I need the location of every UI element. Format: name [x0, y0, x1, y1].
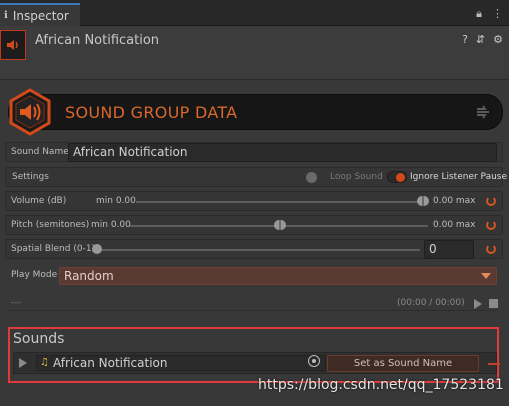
clip-name: African Notification — [53, 356, 168, 370]
music-note-icon: ♫ — [40, 357, 49, 368]
sound-hex-icon — [9, 88, 51, 136]
loop-sound-toggle[interactable] — [306, 172, 317, 183]
settings-label: Settings — [12, 172, 49, 182]
stop-icon[interactable] — [489, 299, 498, 308]
pitch-panel: Pitch (semitones) min 0.00 0.00 max — [5, 215, 503, 235]
audio-clip-field[interactable]: ♫ African Notification — [36, 355, 326, 371]
inspector-tab-bar: ℹ Inspector 🔒︎ ⋮ — [0, 0, 509, 26]
volume-reset-icon[interactable] — [486, 196, 496, 206]
sound-name-label: Sound Name — [11, 147, 69, 157]
volume-max: 0.00 max — [433, 196, 476, 206]
gear-icon[interactable]: ⚙ — [493, 33, 503, 46]
loop-sound-label: Loop Sound — [330, 172, 383, 182]
sound-list-item: ♫ African Notification Set as Sound Name — [13, 352, 500, 374]
preset-icon[interactable]: ⇵ — [476, 33, 485, 46]
volume-slider-track[interactable] — [136, 201, 428, 203]
play-clip-icon[interactable] — [19, 358, 27, 368]
menu-icon[interactable]: ⋮ — [492, 7, 503, 21]
volume-label: Volume (dB) — [11, 196, 67, 206]
pitch-max: 0.00 max — [433, 220, 476, 230]
spatial-slider-track[interactable] — [96, 249, 420, 251]
sound-group-banner: SOUND GROUP DATA — [8, 94, 503, 130]
object-picker-icon[interactable] — [308, 355, 320, 367]
sound-name-input[interactable]: African Notification — [68, 143, 497, 162]
chevron-down-icon — [481, 273, 491, 279]
link-icon[interactable] — [476, 105, 492, 122]
play-mode-label: Play Mode — [11, 270, 58, 280]
sounds-title: Sounds — [13, 331, 65, 347]
volume-min: min 0.00 — [96, 196, 136, 206]
spatial-slider-handle[interactable] — [92, 244, 102, 254]
remove-sound-icon[interactable] — [488, 363, 500, 365]
inspector-header: African Notification ? ⇵ ⚙ — [0, 26, 509, 80]
divider — [8, 310, 498, 311]
spatial-value-input[interactable]: 0 — [424, 240, 474, 259]
tab-title: Inspector — [12, 8, 69, 23]
object-title: African Notification — [35, 33, 160, 48]
settings-panel: Settings Loop Sound Ignore Listener Paus… — [5, 167, 507, 187]
pitch-reset-icon[interactable] — [486, 220, 496, 230]
volume-slider-handle[interactable] — [417, 196, 429, 206]
help-icon[interactable]: ? — [462, 33, 468, 46]
play-icon[interactable] — [474, 299, 482, 309]
spatial-label: Spatial Blend (0-1) — [11, 244, 96, 254]
pitch-min: min 0.00 — [91, 220, 131, 230]
set-as-sound-name-button[interactable]: Set as Sound Name — [327, 355, 479, 372]
ignore-pause-label: Ignore Listener Pause — [410, 172, 508, 182]
banner-title: SOUND GROUP DATA — [65, 103, 238, 122]
play-mode-value: Random — [64, 269, 114, 283]
tab-tools: 🔒︎ ⋮ — [476, 7, 503, 21]
header-tools: ? ⇵ ⚙ — [462, 33, 503, 46]
spatial-reset-icon[interactable] — [486, 244, 496, 254]
preview-placeholder: --- — [11, 298, 21, 308]
pitch-slider-handle[interactable] — [274, 220, 286, 230]
play-mode-dropdown[interactable]: Random — [59, 267, 497, 285]
lock-icon[interactable]: 🔒︎ — [476, 7, 482, 21]
pitch-label: Pitch (semitones) — [11, 220, 90, 230]
volume-panel: Volume (dB) min 0.00 0.00 max — [5, 191, 503, 211]
preview-time: (00:00 / 00:00) — [397, 298, 465, 308]
watermark: https://blog.csdn.net/qq_17523181 — [258, 377, 504, 393]
ignore-pause-toggle[interactable] — [387, 171, 407, 183]
info-icon: ℹ — [4, 10, 8, 21]
sound-group-icon — [0, 30, 26, 60]
tab-inspector[interactable]: ℹ Inspector — [0, 3, 80, 26]
